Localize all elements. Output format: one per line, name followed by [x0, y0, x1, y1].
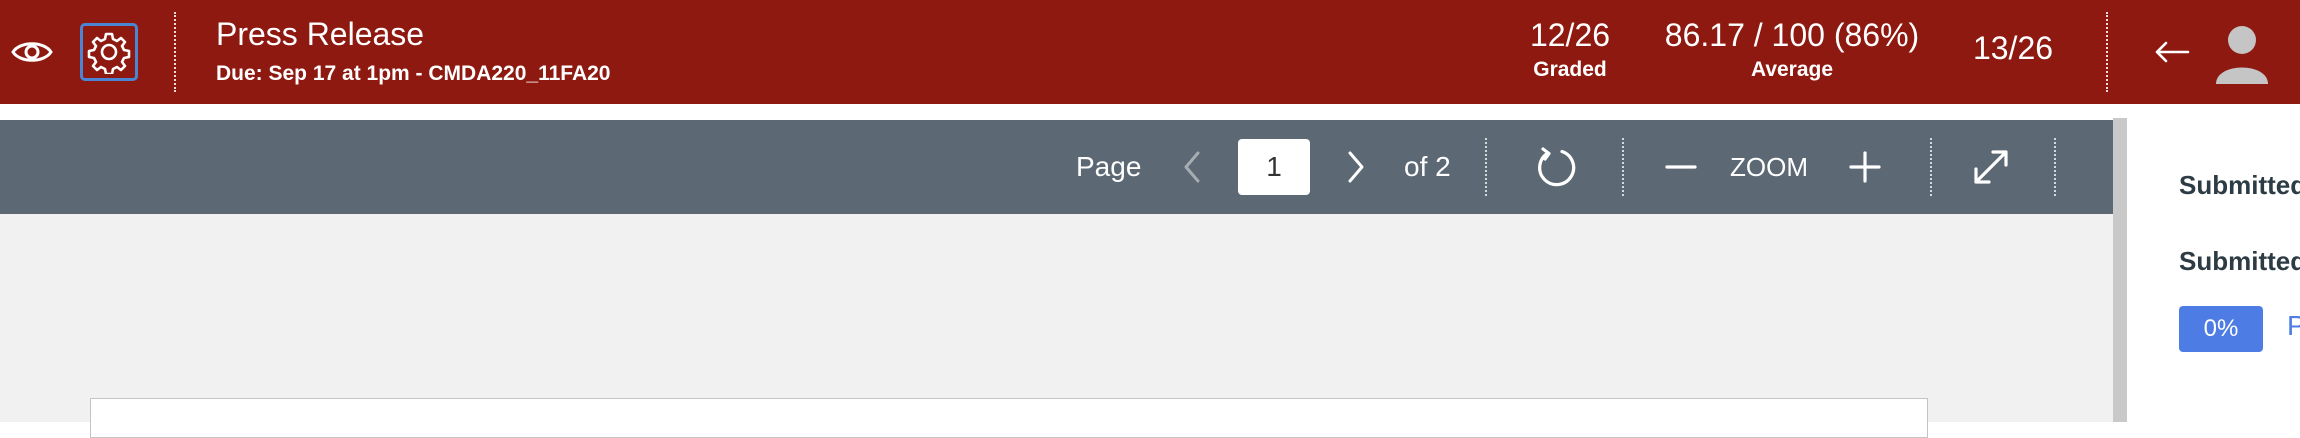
average-value: 86.17 / 100 (86%): [1664, 17, 1920, 53]
assignment-due-date: Due: Sep 17 at 1pm - CMDA220_11FA20: [216, 62, 611, 85]
zoom-label: ZOOM: [1730, 152, 1808, 182]
eye-icon[interactable]: [8, 30, 56, 74]
toolbar-divider: [2054, 138, 2056, 196]
graded-stat: 12/26 Graded: [1510, 16, 1630, 84]
submitted-label: Submitted: [2179, 246, 2300, 276]
graded-value: 12/26: [1529, 17, 1611, 53]
back-arrow-icon[interactable]: [2146, 30, 2198, 74]
student-position: 13/26: [1972, 30, 2054, 66]
average-label: Average: [1750, 58, 1834, 81]
submitted-label: Submitted: [2179, 170, 2300, 200]
header-divider: [174, 12, 176, 92]
grader-header: Press Release Due: Sep 17 at 1pm - CMDA2…: [0, 0, 2300, 104]
page-number-input[interactable]: [1238, 139, 1310, 195]
toolbar-divider: [1485, 138, 1487, 196]
zoom-in-icon[interactable]: [1844, 144, 1886, 190]
submission-details-panel: Submitted Submitted 0% P: [2127, 104, 2300, 422]
toolbar-divider: [1622, 138, 1624, 196]
gear-icon: [87, 32, 131, 74]
assignment-title[interactable]: Press Release: [216, 16, 424, 53]
viewer-scrollbar[interactable]: [2113, 118, 2127, 422]
average-stat: 86.17 / 100 (86%) Average: [1648, 16, 1936, 84]
zoom-out-icon[interactable]: [1660, 144, 1702, 190]
rotate-icon[interactable]: [1530, 140, 1582, 194]
page-count-label: of 2: [1404, 151, 1451, 182]
panel-link[interactable]: P: [2287, 310, 2300, 342]
fullscreen-icon[interactable]: [1966, 142, 2016, 192]
next-page-icon[interactable]: [1334, 144, 1378, 190]
prev-page-icon[interactable]: [1170, 144, 1214, 190]
page-label: Page: [1076, 151, 1142, 182]
document-viewer[interactable]: [0, 214, 2113, 438]
toolbar-divider: [1930, 138, 1932, 196]
header-divider: [2106, 12, 2108, 92]
settings-button[interactable]: [80, 23, 138, 81]
graded-label: Graded: [1533, 58, 1607, 81]
percent-badge: 0%: [2179, 306, 2263, 352]
document-page: [90, 398, 1928, 438]
document-toolbar: Page of 2 ZOOM: [0, 120, 2113, 214]
avatar-icon[interactable]: [2212, 22, 2272, 84]
